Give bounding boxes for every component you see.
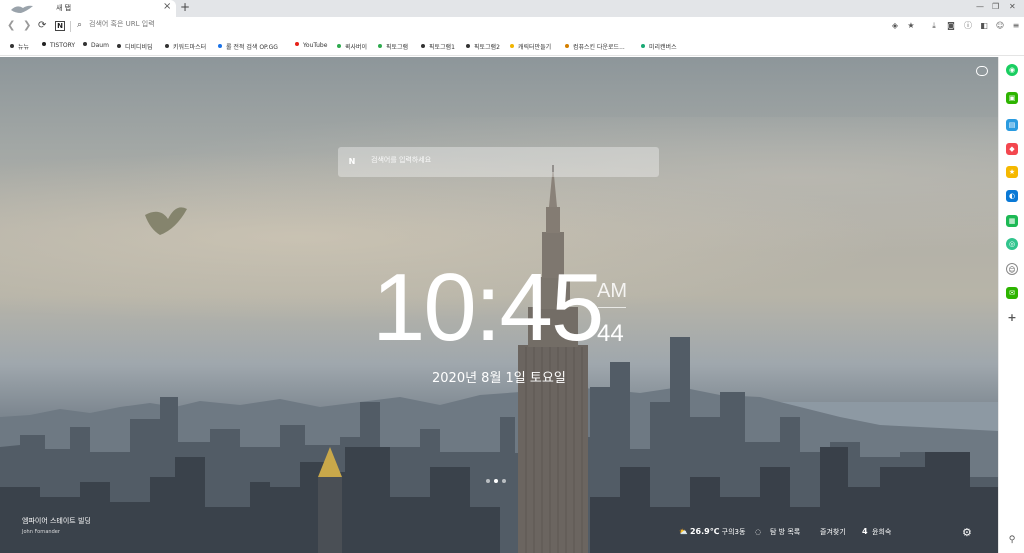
tab-strip: 새 탭 × + — ❐ ✕ (0, 0, 1024, 17)
bookmark-item[interactable]: 롤 전적 검색 OP.GG (218, 42, 278, 51)
bookmark-favicon (565, 44, 569, 48)
bookmark-favicon (83, 42, 87, 46)
tab-close-icon[interactable]: × (163, 1, 171, 12)
photo-location: 엠파이어 스테이트 빌딩 (22, 517, 91, 525)
profile-icon[interactable]: ☺ (995, 21, 1005, 31)
photo-credit: John Fornander (22, 529, 60, 535)
clock-ampm: AM (597, 280, 627, 302)
chat-app-icon[interactable]: ✉ (1006, 287, 1018, 299)
bookmark-item[interactable]: 컴퓨스킨 다운로드... (565, 42, 625, 51)
bookmark-favicon (510, 44, 514, 48)
bookmark-favicon (10, 44, 14, 48)
tab-background-thumbnail (11, 5, 33, 13)
weather-location: 구의3동 (721, 528, 746, 536)
whale-space-icon[interactable]: ◉ (1006, 64, 1018, 76)
bookmark-item[interactable]: 퀵사버이 (337, 42, 367, 51)
bookmark-favicon (117, 44, 121, 48)
search-icon: ⌕ (77, 20, 83, 30)
weather-temperature: 26.9℃ (689, 527, 720, 536)
pager-dot[interactable] (486, 479, 490, 483)
search-box[interactable]: N (338, 147, 659, 177)
chat-bubble-icon[interactable] (976, 66, 988, 76)
pager-dot-active[interactable] (494, 479, 498, 483)
back-arrow-icon[interactable]: ❮ (7, 20, 15, 31)
pocket-app-icon[interactable]: ◆ (1006, 143, 1018, 155)
add-app-icon[interactable]: + (1006, 312, 1018, 324)
download-icon[interactable]: ⤓ (929, 21, 939, 31)
right-sidebar: ◉ ▣ ▤ ◆ ★ ◐ ▦ ◎ ☺ ✉ + ⚲ (998, 57, 1024, 553)
bookmark-item[interactable]: 키워드마스터 (165, 42, 206, 51)
pager-dot[interactable] (502, 479, 506, 483)
bookmark-favicon (165, 44, 169, 48)
star-app-icon[interactable]: ★ (1006, 166, 1018, 178)
trending-keyword[interactable]: 4 윤희숙 (862, 527, 891, 537)
bookmark-star-icon[interactable]: ★ (906, 21, 916, 31)
menu-icon[interactable]: ≡ (1011, 21, 1021, 31)
clock-time: 10:45 (372, 254, 604, 361)
info-icon[interactable]: ⓘ (963, 21, 973, 31)
bookmark-item[interactable]: 픽토그램1 (421, 42, 455, 51)
tab-new-tab[interactable]: 새 탭 × (0, 0, 176, 17)
background-pager (486, 468, 510, 487)
bookmark-favicon (218, 44, 222, 48)
bookmark-item[interactable]: 뉴뉴 (10, 42, 29, 51)
youtube-icon (295, 42, 299, 46)
bookmark-item[interactable]: 디비디비딥 (117, 42, 153, 51)
restore-button[interactable]: ❐ (992, 2, 999, 11)
trending-rank: 4 (862, 527, 868, 536)
settings-gear-icon[interactable]: ⚙ (962, 526, 972, 539)
clock-seconds: 44 (597, 320, 624, 347)
bookmark-favicon (337, 44, 341, 48)
naver-logo-icon: N (348, 157, 356, 166)
address-input[interactable] (89, 20, 389, 28)
pin-icon[interactable]: ⚲ (1006, 534, 1018, 546)
shield-icon[interactable]: ◈ (890, 21, 900, 31)
bookmark-item[interactable]: Daum (83, 42, 109, 49)
bookmark-item[interactable]: 픽토그램2 (466, 42, 500, 51)
favorites-button[interactable]: 즐겨찾기 (820, 527, 846, 537)
frequent-sites-label: 탐 방 목록 (770, 528, 801, 536)
reload-icon[interactable]: ⟳ (38, 20, 46, 31)
bookmark-item[interactable]: 미리캔버스 (641, 42, 677, 51)
sidebar-toggle-icon[interactable]: ◧ (979, 21, 989, 31)
circle-app-icon[interactable]: ◎ (1006, 238, 1018, 250)
bookmark-item[interactable]: YouTube (295, 42, 327, 49)
face-app-icon[interactable]: ☺ (1006, 263, 1018, 275)
minimize-button[interactable]: — (976, 2, 984, 11)
tab-title: 새 탭 (56, 4, 72, 12)
trending-label: 윤희숙 (872, 528, 892, 536)
bookmark-item[interactable]: TISTORY (42, 42, 75, 49)
bookmark-favicon (42, 42, 46, 46)
favorites-label: 즐겨찾기 (820, 528, 846, 536)
toolbar-divider (70, 21, 71, 32)
frequent-sites-button[interactable]: ◌ 탐 방 목록 (755, 527, 800, 537)
calendar-app-icon[interactable]: ▦ (1006, 215, 1018, 227)
browser-toolbar: ❮ ❯ ⟳ N ⌕ ◈ ★ ⤓ ◙ ⓘ ◧ ☺ ≡ (0, 17, 1024, 37)
search-input[interactable] (371, 156, 631, 164)
frequent-sites-icon: ◌ (755, 528, 762, 536)
clock-date: 2020년 8월 1일 토요일 (432, 371, 566, 386)
weather-widget[interactable]: ⛅ 26.9℃ 구의3동 (679, 527, 745, 537)
bookmark-favicon (378, 44, 382, 48)
bookmark-favicon (466, 44, 470, 48)
close-window-button[interactable]: ✕ (1009, 2, 1016, 11)
naver-app-icon[interactable]: ▣ (1006, 92, 1018, 104)
cloud-sun-icon: ⛅ (679, 528, 688, 536)
edge-app-icon[interactable]: ◐ (1006, 190, 1018, 202)
bookmark-item[interactable]: 캐릭터만들기 (510, 42, 551, 51)
camera-icon[interactable]: ◙ (946, 21, 956, 31)
bookmark-favicon (421, 44, 425, 48)
bookmark-favicon (641, 44, 645, 48)
bookmark-item[interactable]: 픽토그램 (378, 42, 408, 51)
clock-divider (598, 307, 626, 308)
forward-arrow-icon[interactable]: ❯ (23, 20, 31, 31)
new-tab-page: N 10:45 AM 44 2020년 8월 1일 토요일 엠파이어 스테이트 … (0, 57, 998, 553)
naver-site-icon: N (55, 21, 65, 31)
new-tab-button[interactable]: + (180, 0, 190, 14)
bookmarks-bar: 뉴뉴 TISTORY Daum 디비디비딥 키워드마스터 롤 전적 검색 OP.… (0, 37, 1024, 56)
image-app-icon[interactable]: ▤ (1006, 119, 1018, 131)
